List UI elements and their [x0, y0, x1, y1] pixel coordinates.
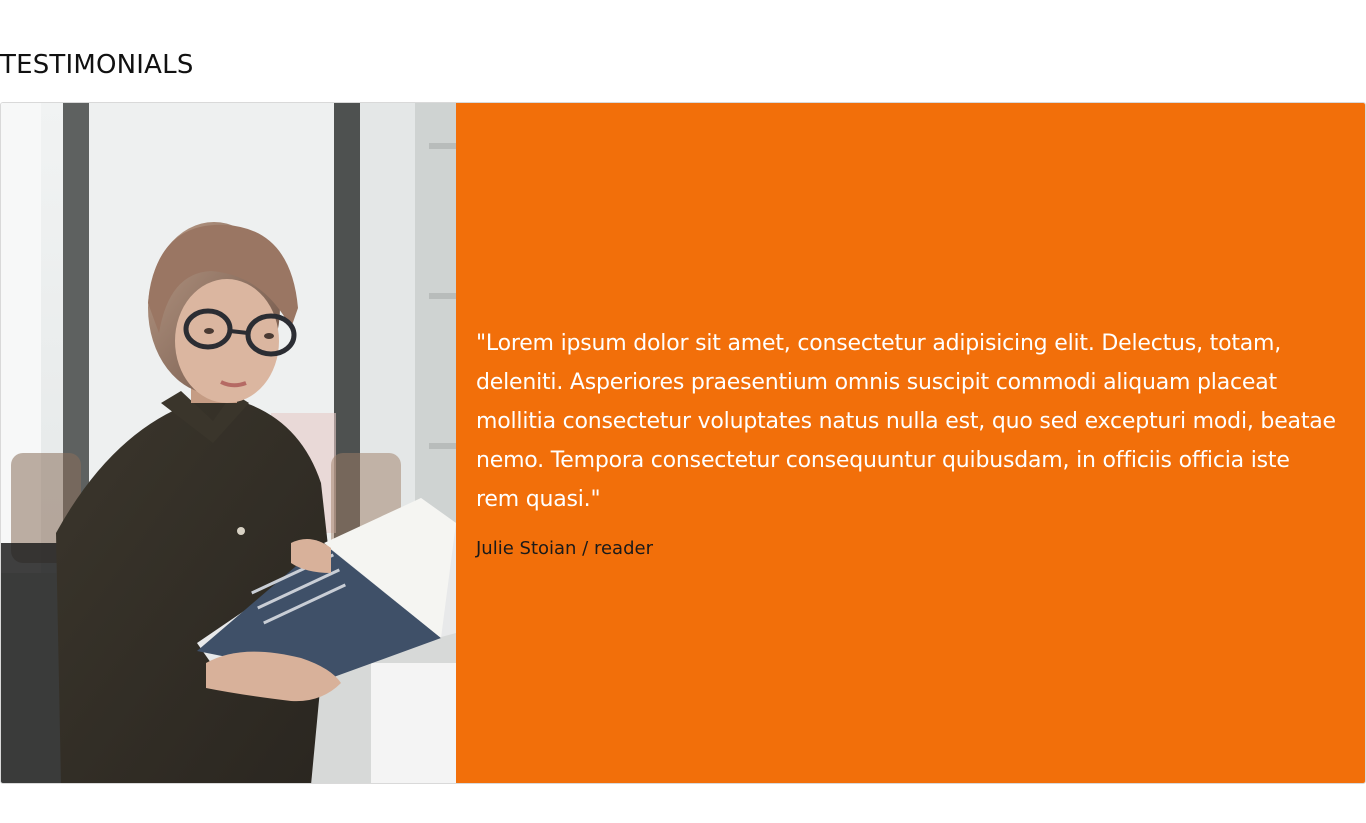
reader-portrait-image — [1, 103, 456, 783]
testimonial-quote-panel: "Lorem ipsum dolor sit amet, consectetur… — [456, 103, 1365, 783]
testimonial-card: "Lorem ipsum dolor sit amet, consectetur… — [0, 102, 1366, 784]
testimonial-quote: "Lorem ipsum dolor sit amet, consectetur… — [476, 331, 1336, 512]
testimonial-author: Julie Stoian / reader — [476, 538, 653, 559]
section-title: TESTIMONIALS — [0, 50, 194, 80]
testimonial-photo — [1, 103, 456, 783]
